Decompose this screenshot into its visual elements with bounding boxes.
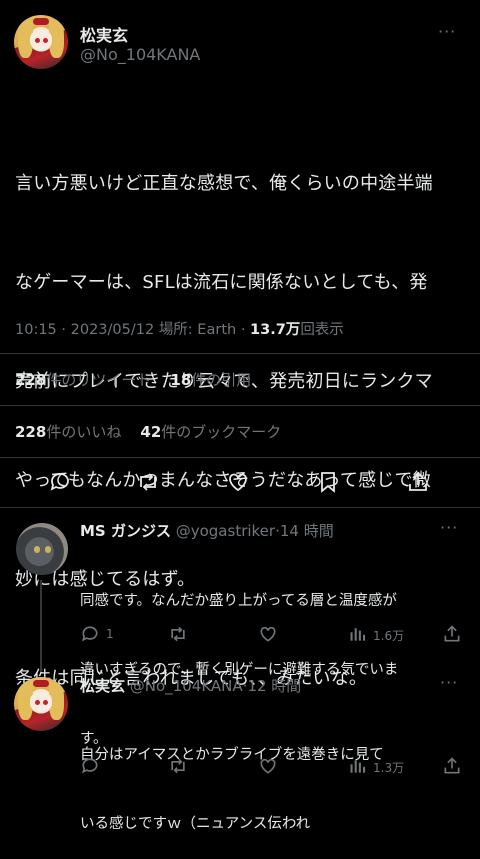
reply-icon[interactable] [80, 756, 100, 776]
tweet-text-line: なゲーマーは、SFLは流石に関係ないとしても、発 [15, 272, 428, 293]
bookmark-icon[interactable] [316, 470, 340, 494]
timestamp[interactable]: 14 時間 [280, 522, 334, 540]
views-count: 1.3万 [373, 761, 405, 775]
reply-header: 松実玄 @No_104KANA·12 時間 [80, 677, 302, 695]
tweet-time[interactable]: 10:15 [15, 322, 57, 338]
reply-count: 1 [106, 627, 114, 641]
like-icon[interactable] [226, 470, 250, 494]
reply-text-line: 同感です。なんだか盛り上がってる層と温度感が [80, 593, 397, 609]
avatar[interactable] [14, 15, 68, 69]
more-options-icon[interactable]: ··· [440, 518, 458, 537]
tweet-text-line: 言い方悪いけど正直な感想で、俺くらいの中途半端 [15, 173, 433, 194]
tweet-location: 場所: Earth [158, 322, 237, 338]
display-name[interactable]: MS ガンジス [80, 522, 171, 540]
quotes-link[interactable]: 18件の引用 [170, 371, 251, 389]
reply-text-line: 自分はアイマスとかラブライブを遠巻きに見て [80, 747, 384, 763]
likes-link[interactable]: 228件のいいね [15, 423, 121, 441]
retweets-link[interactable]: 228件のリツイート [15, 371, 151, 389]
retweet-quote-stats: 228件のリツイート 18件の引用 [15, 369, 251, 390]
avatar[interactable] [16, 523, 68, 575]
retweet-icon[interactable] [136, 470, 160, 494]
reply-icon[interactable] [80, 624, 100, 644]
reply-text-line: いる感じですｗ（ニュアンス伝われ [80, 816, 311, 832]
divider [0, 507, 480, 508]
like-icon[interactable] [258, 624, 278, 644]
tweet-meta: 10:15 · 2023/05/12 場所: Earth · 13.7万回表示 [15, 322, 344, 338]
handle[interactable]: @yogastriker [176, 522, 275, 540]
divider [0, 353, 480, 354]
like-icon[interactable] [258, 756, 278, 776]
timestamp[interactable]: 12 時間 [247, 677, 301, 695]
thread-line [40, 580, 42, 672]
views-icon[interactable] [348, 624, 368, 644]
bookmarks-link[interactable]: 42件のブックマーク [140, 423, 281, 441]
display-name[interactable]: 松実玄 [80, 22, 128, 46]
share-icon[interactable] [442, 624, 462, 644]
display-name[interactable]: 松実玄 [80, 677, 125, 695]
handle[interactable]: @No_104KANA [130, 677, 243, 695]
views-icon[interactable] [348, 756, 368, 776]
reply-text: 自分はアイマスとかラブライブを遠巻きに見て いる感じですｗ（ニュアンス伝われ [80, 698, 384, 859]
avatar[interactable] [14, 677, 68, 731]
divider [0, 405, 480, 406]
more-options-icon[interactable]: ··· [438, 22, 456, 41]
reply-icon[interactable] [48, 470, 72, 494]
reply-header: MS ガンジス @yogastriker·14 時間 [80, 522, 334, 540]
divider [0, 457, 480, 458]
views-count: 13.7万 [250, 322, 301, 338]
more-options-icon[interactable]: ··· [440, 673, 458, 692]
share-icon[interactable] [406, 470, 430, 494]
views-count: 1.6万 [373, 629, 405, 643]
share-icon[interactable] [442, 756, 462, 776]
retweet-icon[interactable] [168, 624, 188, 644]
views-label: 回表示 [300, 322, 344, 338]
retweet-icon[interactable] [168, 756, 188, 776]
handle[interactable]: @No_104KANA [80, 45, 200, 64]
like-bookmark-stats: 228件のいいね 42件のブックマーク [15, 421, 281, 442]
tweet-date[interactable]: 2023/05/12 [71, 322, 155, 338]
